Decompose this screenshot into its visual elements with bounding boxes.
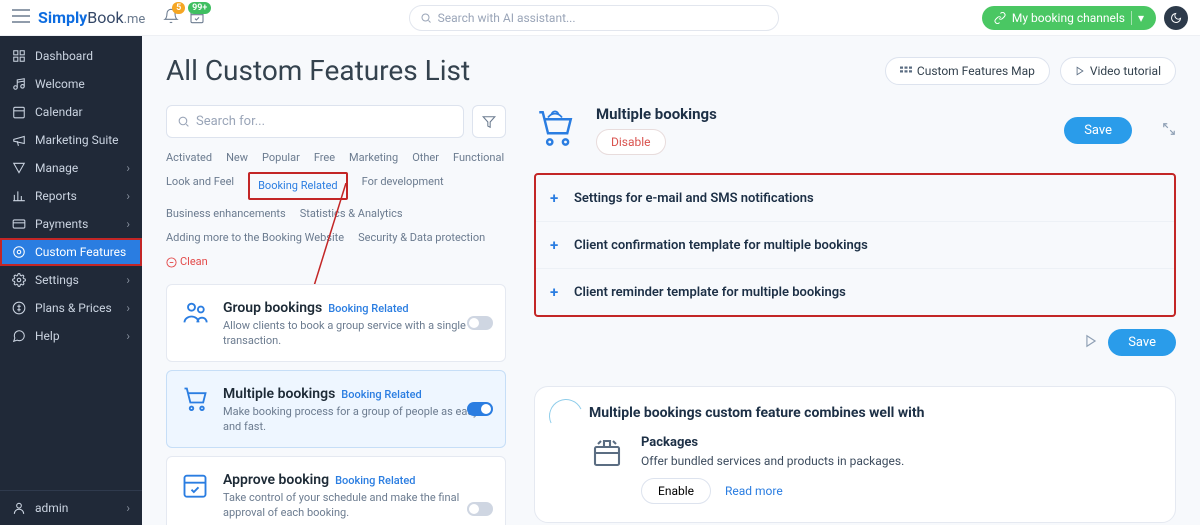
feature-desc: Make booking process for a group of peop… <box>223 404 491 435</box>
play-icon[interactable] <box>1084 333 1098 352</box>
combine-item-desc: Offer bundled services and products in p… <box>641 454 904 468</box>
plus-icon: + <box>550 189 564 207</box>
page-title: All Custom Features List <box>166 54 470 87</box>
tag-stats[interactable]: Statistics & Analytics <box>300 204 403 224</box>
settings-sections: +Settings for e-mail and SMS notificatio… <box>534 173 1176 317</box>
filter-button[interactable] <box>472 105 506 138</box>
ai-search-input[interactable]: Search with AI assistant... <box>409 5 779 31</box>
chevron-down-icon: ▾ <box>1131 11 1144 25</box>
read-more-link[interactable]: Read more <box>725 484 783 498</box>
sidebar-item-help[interactable]: Help› <box>0 322 142 350</box>
calendar-icon <box>181 469 211 525</box>
detail-title: Multiple bookings <box>596 105 717 123</box>
sidebar-item-payments[interactable]: Payments› <box>0 210 142 238</box>
brand-logo: SimplyBook.me <box>38 8 145 27</box>
combines-title: Multiple bookings custom feature combine… <box>589 405 1151 421</box>
feature-desc: Take control of your schedule and make t… <box>223 490 491 521</box>
tag-fordev[interactable]: For development <box>362 172 444 200</box>
tag-new[interactable]: New <box>226 148 248 168</box>
section-confirmation-template[interactable]: +Client confirmation template for multip… <box>536 222 1174 269</box>
tag-clean[interactable]: Clean <box>166 252 208 272</box>
feature-card-group-bookings[interactable]: Group bookings Booking Related Allow clie… <box>166 284 506 362</box>
toggle[interactable] <box>467 402 493 416</box>
tag-security[interactable]: Security & Data protection <box>358 228 485 248</box>
enable-button[interactable]: Enable <box>641 478 711 504</box>
sidebar-item-dashboard[interactable]: Dashboard <box>0 42 142 70</box>
chevron-right-icon: › <box>126 329 130 343</box>
tag-activated[interactable]: Activated <box>166 148 212 168</box>
ai-search-placeholder: Search with AI assistant... <box>438 11 576 25</box>
disable-button[interactable]: Disable <box>596 129 666 155</box>
section-email-sms[interactable]: +Settings for e-mail and SMS notificatio… <box>536 175 1174 222</box>
combines-well-card: Multiple bookings custom feature combine… <box>534 386 1176 523</box>
feature-card-approve-booking[interactable]: Approve booking Booking Related Take cont… <box>166 456 506 525</box>
feature-tag: Booking Related <box>335 474 415 487</box>
notifications-icon[interactable]: 5 <box>163 8 179 28</box>
calendar-check-icon[interactable]: 99+ <box>189 8 205 28</box>
sidebar-item-settings[interactable]: Settings› <box>0 266 142 294</box>
sidebar-item-welcome[interactable]: Welcome <box>0 70 142 98</box>
video-tutorial-button[interactable]: Video tutorial <box>1060 57 1176 85</box>
sidebar-item-plans[interactable]: Plans & Prices› <box>0 294 142 322</box>
sidebar: Dashboard Welcome Calendar Marketing Sui… <box>0 36 142 525</box>
tag-booking-related[interactable]: Booking Related <box>248 172 348 200</box>
feature-title: Group bookings <box>223 300 322 316</box>
sidebar-item-marketing[interactable]: Marketing Suite <box>0 126 142 154</box>
cart-icon <box>534 107 576 153</box>
tag-popular[interactable]: Popular <box>262 148 300 168</box>
feature-tag: Booking Related <box>328 302 408 315</box>
tag-adding[interactable]: Adding more to the Booking Website <box>166 228 344 248</box>
sidebar-item-manage[interactable]: Manage› <box>0 154 142 182</box>
tag-functional[interactable]: Functional <box>453 148 504 168</box>
chevron-right-icon: › <box>126 217 130 231</box>
chevron-right-icon: › <box>126 501 130 515</box>
tag-free[interactable]: Free <box>314 148 335 168</box>
collapse-icon[interactable] <box>1162 121 1176 140</box>
toggle[interactable] <box>467 316 493 330</box>
tag-lookfeel[interactable]: Look and Feel <box>166 172 234 200</box>
sidebar-item-custom-features[interactable]: Custom Features <box>0 238 142 266</box>
features-map-button[interactable]: Custom Features Map <box>885 57 1050 85</box>
save-button-top[interactable]: Save <box>1064 117 1132 144</box>
feature-title: Multiple bookings <box>223 386 335 402</box>
packages-icon <box>589 435 625 475</box>
calendar-badge: 99+ <box>188 2 211 14</box>
cart-icon <box>181 383 211 435</box>
feature-title: Approve booking <box>223 472 329 488</box>
plus-icon: + <box>550 283 564 301</box>
chevron-right-icon: › <box>126 189 130 203</box>
group-icon <box>181 297 211 349</box>
feature-tag: Booking Related <box>341 388 421 401</box>
booking-channels-button[interactable]: My booking channels ▾ <box>982 6 1156 30</box>
feature-desc: Allow clients to book a group service wi… <box>223 318 491 349</box>
chevron-right-icon: › <box>126 301 130 315</box>
section-reminder-template[interactable]: +Client reminder template for multiple b… <box>536 269 1174 315</box>
tag-marketing[interactable]: Marketing <box>349 148 398 168</box>
notifications-badge: 5 <box>172 2 185 14</box>
feature-card-multiple-bookings[interactable]: Multiple bookings Booking Related Make bo… <box>166 370 506 448</box>
tag-bizenh[interactable]: Business enhancements <box>166 204 286 224</box>
arc-decoration <box>544 394 588 438</box>
sidebar-admin[interactable]: admin› <box>0 490 142 525</box>
sidebar-item-reports[interactable]: Reports› <box>0 182 142 210</box>
sidebar-item-calendar[interactable]: Calendar <box>0 98 142 126</box>
feature-search-input[interactable]: Search for... <box>166 105 464 138</box>
menu-toggle[interactable] <box>12 8 30 27</box>
combine-item-title: Packages <box>641 435 904 450</box>
theme-toggle[interactable] <box>1164 6 1188 30</box>
tag-other[interactable]: Other <box>412 148 439 168</box>
chevron-right-icon: › <box>126 273 130 287</box>
toggle[interactable] <box>467 502 493 516</box>
save-button-bottom[interactable]: Save <box>1108 329 1176 356</box>
chevron-right-icon: › <box>126 161 130 175</box>
plus-icon: + <box>550 236 564 254</box>
